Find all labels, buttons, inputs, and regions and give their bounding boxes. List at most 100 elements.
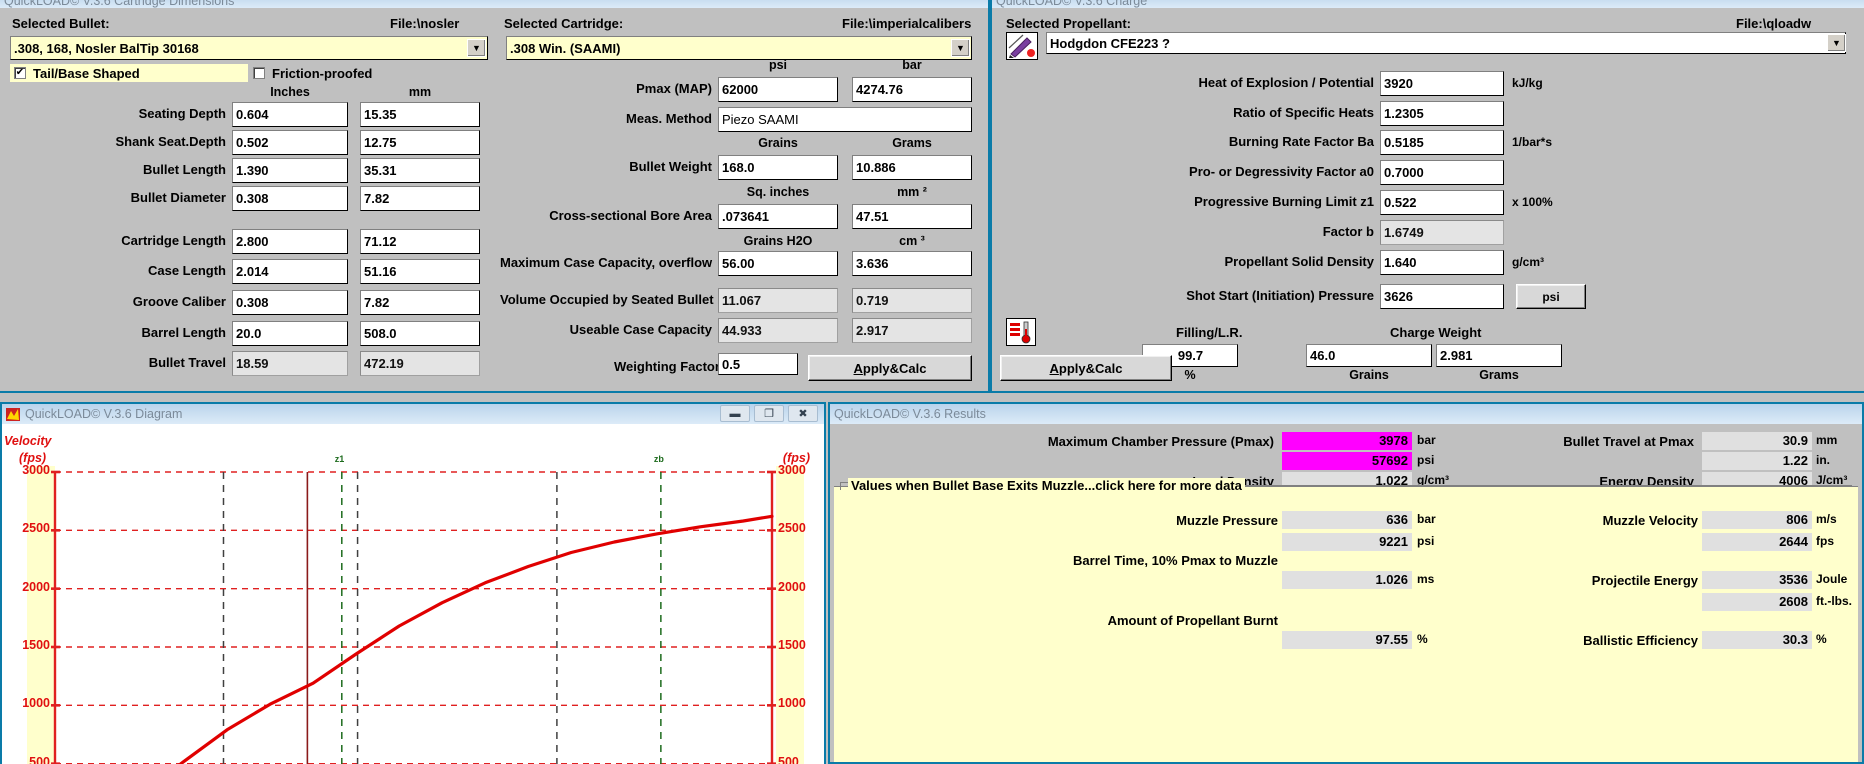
- cartridge-row-left-input[interactable]: Piezo SAAMI: [718, 107, 972, 132]
- cartridge-row-right-input[interactable]: 4274.76: [852, 77, 972, 102]
- cartridge-row-left-input[interactable]: 56.00: [718, 251, 838, 276]
- propellant-row-label: Pro- or Degressivity Factor a0: [1189, 164, 1374, 179]
- bullet-row-mm-input[interactable]: 15.35: [360, 102, 480, 127]
- friction-proofed-checkbox-row[interactable]: Friction-proofed: [253, 64, 372, 82]
- muzzle-pressure-bar-unit: bar: [1417, 512, 1436, 526]
- propellant-row-input[interactable]: 1.640: [1380, 250, 1504, 275]
- propellant-row-label: Factor b: [1322, 224, 1374, 239]
- cartridge-row-label: Bullet Weight: [629, 159, 712, 174]
- cartridge-row-label: Meas. Method: [626, 111, 712, 126]
- cartridge-combo-chevron-down-icon[interactable]: ▼: [951, 39, 970, 57]
- diagram-restore-button[interactable]: ❐: [754, 405, 784, 422]
- bullet-row-inches-input[interactable]: 20.0: [232, 321, 348, 346]
- bullet-row-inches-input[interactable]: 0.604: [232, 102, 348, 127]
- results-titlebar: QuickLOAD© V.3.6 Results: [830, 404, 1862, 424]
- bullet-row-inches-input[interactable]: 1.390: [232, 158, 348, 183]
- bullet-row-mm-input[interactable]: 508.0: [360, 321, 480, 346]
- propellant-file-label: File:\qloadw: [1736, 16, 1812, 31]
- bullet-row-mm-input[interactable]: 71.12: [360, 229, 480, 254]
- selected-bullet-combo[interactable]: .308, 168, Nosler BalTip 30168: [10, 36, 488, 60]
- tail-base-shaped-checkbox-row[interactable]: ✔ Tail/Base Shaped: [10, 64, 248, 82]
- diagram-plot-area[interactable]: Velocity (fps) (fps) 3000 2500 2000 1500 100…: [2, 426, 824, 764]
- charge-apply-calc-label: Apply&Calc: [1049, 360, 1123, 376]
- bullet-row-mm-input[interactable]: 35.31: [360, 158, 480, 183]
- tail-base-shaped-label: Tail/Base Shaped: [33, 65, 140, 81]
- bullet-row-inches-input[interactable]: 0.308: [232, 186, 348, 211]
- cartridge-row-left-input[interactable]: 62000: [718, 77, 838, 102]
- diagram-minimize-button[interactable]: ▬: [720, 405, 750, 422]
- muzzle-pressure-psi-unit: psi: [1417, 534, 1435, 548]
- cartridge-row-left-input[interactable]: .073641: [718, 204, 838, 229]
- cartridge-row-left-input[interactable]: 168.0: [718, 155, 838, 180]
- propellant-row-input[interactable]: 0.522: [1380, 190, 1504, 215]
- propellant-row-input[interactable]: 0.7000: [1380, 160, 1504, 185]
- bullet-travel-mm-unit: mm: [1816, 433, 1838, 447]
- bullet-col-header-inches: Inches: [270, 85, 310, 99]
- pmax-bar-unit: bar: [1417, 433, 1436, 447]
- propellant-row-label: Propellant Solid Density: [1224, 254, 1374, 269]
- pmax-label: Maximum Chamber Pressure (Pmax): [1047, 434, 1274, 449]
- bullet-row-inches-input[interactable]: 0.502: [232, 130, 348, 155]
- cartridge-row-label: Useable Case Capacity: [569, 322, 712, 337]
- bullet-row-label: Bullet Travel: [148, 355, 226, 370]
- muzzle-velocity-label: Muzzle Velocity: [1602, 513, 1698, 528]
- charge-grains-input[interactable]: 46.0: [1306, 344, 1432, 367]
- bullet-row-mm-input[interactable]: 12.75: [360, 130, 480, 155]
- muzzle-velocity-ms-unit: m/s: [1816, 512, 1837, 526]
- selected-cartridge-combo[interactable]: .308 Win. (SAAMI): [506, 36, 972, 60]
- bullet-row-mm-input: 472.19: [360, 351, 480, 376]
- propellant-burnt-unit: %: [1417, 632, 1428, 646]
- propellant-burnt-label: Amount of Propellant Burnt: [1107, 613, 1278, 628]
- bullet-row-mm-input[interactable]: 7.82: [360, 186, 480, 211]
- propellant-row-input[interactable]: 3626: [1380, 284, 1504, 309]
- friction-proofed-checkbox[interactable]: [253, 67, 265, 79]
- cartridge-unit-header-left: Sq. inches: [746, 185, 810, 199]
- propellant-row-label: Ratio of Specific Heats: [1233, 105, 1374, 120]
- selected-propellant-combo[interactable]: Hodgdon CFE223 ?: [1046, 32, 1846, 54]
- propellant-row-input: 1.6749: [1380, 220, 1504, 245]
- cartridge-apply-calc-button[interactable]: Apply&Calc: [808, 355, 972, 381]
- propellant-row-input[interactable]: 0.5185: [1380, 130, 1504, 155]
- cartridge-row-right-input[interactable]: 47.51: [852, 204, 972, 229]
- charge-grams-input[interactable]: 2.981: [1436, 344, 1562, 367]
- bullet-row-label: Cartridge Length: [121, 233, 226, 248]
- propellant-edit-icon-button[interactable]: [1006, 32, 1038, 60]
- bullet-row-label: Groove Caliber: [132, 294, 226, 309]
- selected-bullet-label: Selected Bullet:: [12, 16, 110, 31]
- projectile-energy-ftlbs-value: 2608: [1702, 593, 1812, 611]
- diagram-left-tick-label: 1500: [22, 638, 50, 652]
- propellant-row-input[interactable]: 1.2305: [1380, 101, 1504, 126]
- bullet-row-inches-input[interactable]: 0.308: [232, 290, 348, 315]
- charge-grams-unit: Grams: [1479, 368, 1519, 382]
- diagram-svg: [51, 470, 776, 764]
- cartridge-row-right-input[interactable]: 10.886: [852, 155, 972, 180]
- cartridge-row-right-input[interactable]: 3.636: [852, 251, 972, 276]
- bullet-travel-in-unit: in.: [1816, 453, 1830, 467]
- bullet-row-mm-input[interactable]: 7.82: [360, 290, 480, 315]
- bullet-row-mm-input[interactable]: 51.16: [360, 259, 480, 284]
- muzzle-values-group-title[interactable]: Values when Bullet Base Exits Muzzle...c…: [848, 478, 1245, 493]
- muzzle-values-group[interactable]: Values when Bullet Base Exits Muzzle...c…: [834, 478, 1858, 762]
- bullet-row-inches-input[interactable]: 2.800: [232, 229, 348, 254]
- cartridge-row-label: Pmax (MAP): [636, 81, 712, 96]
- cartridge-row-right-input: 2.917: [852, 318, 972, 343]
- cartridge-unit-header-right: Grams: [892, 136, 932, 150]
- diagram-close-button[interactable]: ✖: [788, 405, 818, 422]
- propellant-row-input[interactable]: 3920: [1380, 71, 1504, 96]
- bullet-combo-chevron-down-icon[interactable]: ▼: [467, 39, 486, 57]
- shot-start-pressure-unit-button[interactable]: psi: [1516, 284, 1586, 309]
- diagram-left-tick-label: 3000: [22, 463, 50, 477]
- propellant-temperature-icon-button[interactable]: [1006, 318, 1036, 346]
- diagram-right-tick-label: 2500: [778, 521, 806, 536]
- charge-window: QuickLOAD© V.3.6 Charge Selected Propell…: [990, 0, 1864, 393]
- tail-base-shaped-checkbox[interactable]: ✔: [14, 67, 26, 79]
- muzzle-pressure-label: Muzzle Pressure: [1176, 513, 1278, 528]
- bullet-row-inches-input[interactable]: 2.014: [232, 259, 348, 284]
- propellant-row-label: Heat of Explosion / Potential: [1198, 75, 1374, 90]
- charge-apply-calc-button[interactable]: Apply&Calc: [1000, 355, 1172, 381]
- propellant-combo-chevron-down-icon[interactable]: ▼: [1827, 34, 1846, 52]
- weighting-factor-input[interactable]: 0.5: [718, 353, 798, 375]
- propellant-row-label: Shot Start (Initiation) Pressure: [1186, 288, 1374, 303]
- selected-cartridge-label: Selected Cartridge:: [504, 16, 624, 31]
- diagram-left-tick-label: 1000: [22, 696, 50, 711]
